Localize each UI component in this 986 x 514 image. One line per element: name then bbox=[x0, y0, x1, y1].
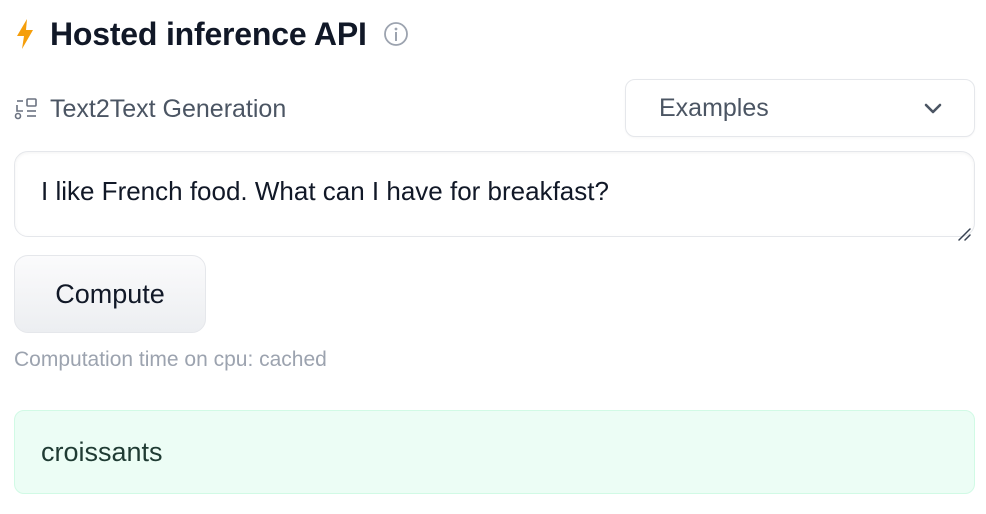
inference-widget: Hosted inference API Text2Text Generatio… bbox=[0, 0, 986, 514]
compute-button[interactable]: Compute bbox=[14, 255, 206, 333]
output-box: croissants bbox=[14, 410, 975, 494]
output-text: croissants bbox=[41, 436, 163, 467]
examples-dropdown[interactable]: Examples bbox=[625, 79, 975, 137]
computation-time: Computation time on cpu: cached bbox=[14, 348, 327, 371]
examples-label: Examples bbox=[659, 93, 769, 122]
lightning-icon bbox=[14, 18, 36, 50]
info-icon[interactable] bbox=[383, 21, 409, 47]
input-textarea[interactable]: I like French food. What can I have for … bbox=[14, 151, 975, 241]
chevron-down-icon bbox=[922, 97, 944, 119]
task-type: Text2Text Generation bbox=[14, 92, 286, 126]
text2text-icon bbox=[14, 97, 38, 121]
task-label: Text2Text Generation bbox=[50, 94, 287, 123]
widget-header: Hosted inference API bbox=[14, 14, 409, 54]
resize-handle-icon[interactable] bbox=[955, 217, 971, 241]
input-text: I like French food. What can I have for … bbox=[41, 176, 609, 206]
widget-title: Hosted inference API bbox=[50, 15, 367, 52]
